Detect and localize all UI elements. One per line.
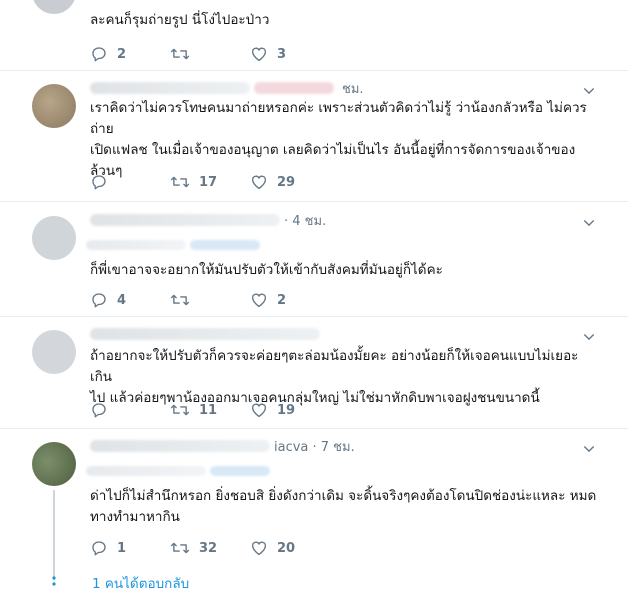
retweet-icon xyxy=(170,48,190,60)
avatar[interactable] xyxy=(32,442,76,486)
like-count: 20 xyxy=(277,540,296,556)
reply-icon xyxy=(92,47,106,62)
like-button[interactable]: 3 xyxy=(250,45,330,63)
like-count: 19 xyxy=(277,402,296,418)
retweet-icon xyxy=(170,404,190,416)
tweet[interactable]: ละคนก็รุมถ่ายรูป นี่โง่ไปอะป่าว 2 3 xyxy=(0,0,628,70)
like-button[interactable]: 20 xyxy=(250,539,330,557)
chevron-down-icon xyxy=(584,88,594,95)
tweet[interactable]: ถ้าอยากจะให้ปรับตัวก็ควรจะค่อยๆตะล่อมน้อ… xyxy=(0,324,628,424)
reply-count: 2 xyxy=(117,46,127,62)
tweet-text: ก็พี่เขาอาจจะอยากให้มันปรับตัวให้เข้ากับ… xyxy=(90,262,443,278)
heart-icon xyxy=(251,293,267,308)
reply-button[interactable]: 1 xyxy=(90,539,170,557)
more-options-button[interactable] xyxy=(582,84,596,98)
tweet-header xyxy=(86,324,324,344)
tweet-time[interactable]: iacva · 7 ชม. xyxy=(274,436,355,457)
thread-dots-icon xyxy=(49,574,59,588)
tweet[interactable]: ชม. เราคิดว่าไม่ควรโทษคนมาถ่ายหรอกค่ะ เพ… xyxy=(0,78,628,198)
tweet-actions: 2 3 xyxy=(90,44,330,64)
like-count: 2 xyxy=(277,292,287,308)
tweet-header: · 4 ชม. xyxy=(86,210,326,230)
avatar[interactable] xyxy=(32,84,76,128)
author-name[interactable] xyxy=(90,214,280,226)
thread-line xyxy=(53,490,55,580)
reply-icon xyxy=(92,541,106,556)
reply-button[interactable] xyxy=(90,173,170,191)
tweet-header: ชม. xyxy=(86,78,364,98)
heart-icon xyxy=(251,175,267,190)
more-options-button[interactable] xyxy=(582,330,596,344)
tweet-time[interactable]: · 4 ชม. xyxy=(284,210,326,231)
more-options-button[interactable] xyxy=(582,442,596,456)
retweet-button[interactable]: 17 xyxy=(170,173,250,191)
tweet-text: ละคนก็รุมถ่ายรูป นี่โง่ไปอะป่าว xyxy=(90,12,270,28)
like-button[interactable]: 29 xyxy=(250,173,330,191)
avatar[interactable] xyxy=(32,216,76,260)
reply-context-handle[interactable] xyxy=(190,240,260,250)
retweet-count: 17 xyxy=(199,174,218,190)
like-count: 3 xyxy=(277,46,287,62)
tweet-time[interactable]: ชม. xyxy=(342,78,364,99)
tweet-text: ด่าไปก็ไม่สำนึกหรอก ยิ่งชอบสิ ยิ่งดังกว่… xyxy=(90,488,597,525)
chevron-down-icon xyxy=(584,446,594,453)
avatar[interactable] xyxy=(32,0,76,14)
reply-count: 1 xyxy=(117,540,127,556)
chevron-down-icon xyxy=(584,220,594,227)
retweet-button[interactable]: 32 xyxy=(170,539,250,557)
retweet-button[interactable] xyxy=(170,45,250,63)
divider xyxy=(0,428,628,429)
like-button[interactable]: 19 xyxy=(250,401,330,419)
reply-button[interactable]: 4 xyxy=(90,291,170,309)
reply-context-handle[interactable] xyxy=(210,466,270,476)
tweet-actions: 17 29 xyxy=(90,172,330,192)
author-name[interactable] xyxy=(90,82,250,94)
heart-icon xyxy=(251,47,267,62)
reply-context xyxy=(86,466,206,476)
divider xyxy=(0,316,628,317)
like-count: 29 xyxy=(277,174,296,190)
retweet-icon xyxy=(170,542,190,554)
more-options-button[interactable] xyxy=(582,216,596,230)
tweet-actions: 11 19 xyxy=(90,400,330,420)
tweet-actions: 1 32 20 xyxy=(90,538,330,558)
reply-count: 4 xyxy=(117,292,127,308)
reply-icon xyxy=(92,293,106,308)
author-name[interactable] xyxy=(90,440,270,452)
tweet[interactable]: iacva · 7 ชม. ด่าไปก็ไม่สำนึกหรอก ยิ่งชอ… xyxy=(0,436,628,596)
reply-icon xyxy=(92,175,106,190)
tweet-header: iacva · 7 ชม. xyxy=(86,436,355,456)
reply-button[interactable] xyxy=(90,401,170,419)
retweet-count: 32 xyxy=(199,540,218,556)
heart-icon xyxy=(251,541,267,556)
author-name[interactable] xyxy=(90,328,320,340)
like-button[interactable]: 2 xyxy=(250,291,330,309)
retweet-button[interactable]: 11 xyxy=(170,401,250,419)
avatar[interactable] xyxy=(32,330,76,374)
heart-icon xyxy=(251,403,267,418)
show-replies-link[interactable]: 1 คนได้ตอบกลับ xyxy=(92,572,189,594)
divider xyxy=(0,201,628,202)
retweet-icon xyxy=(170,294,190,306)
retweet-icon xyxy=(170,176,190,188)
reply-button[interactable]: 2 xyxy=(90,45,170,63)
tweet[interactable]: · 4 ชม. ก็พี่เขาอาจจะอยากให้มันปรับตัวให… xyxy=(0,210,628,320)
author-handle[interactable] xyxy=(254,82,334,94)
reply-context xyxy=(86,240,186,250)
retweet-button[interactable] xyxy=(170,291,250,309)
divider xyxy=(0,70,628,71)
tweet-actions: 4 2 xyxy=(90,290,330,310)
tweet-text: เราคิดว่าไม่ควรโทษคนมาถ่ายหรอกค่ะ เพราะส… xyxy=(90,100,587,179)
reply-icon xyxy=(92,403,106,418)
chevron-down-icon xyxy=(584,334,594,341)
retweet-count: 11 xyxy=(199,402,218,418)
